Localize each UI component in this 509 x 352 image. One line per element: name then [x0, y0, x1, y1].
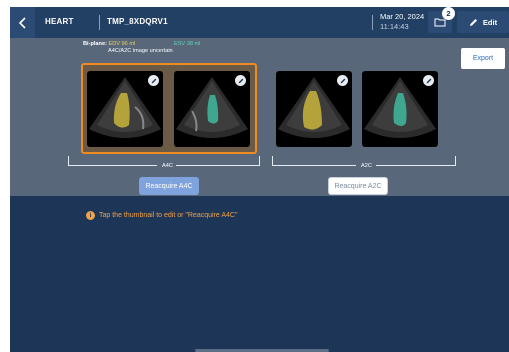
thumbnail-a2c-esv[interactable] — [362, 71, 438, 147]
edit-thumbnail-button[interactable] — [337, 75, 348, 86]
top-bar: HEART TMP_8XDQRV1 Mar 20, 2024 11:14:43 … — [10, 7, 509, 38]
edv-value: EDV 96 ml — [108, 41, 136, 47]
divider — [372, 15, 373, 30]
thumbnail-a4c-edv[interactable] — [87, 71, 163, 147]
esv-value: ESV 38 ml — [174, 41, 201, 47]
exam-time: 11:14:43 — [380, 22, 409, 31]
app-screen: HEART TMP_8XDQRV1 Mar 20, 2024 11:14:43 … — [10, 7, 509, 352]
exam-datetime: Mar 20, 2024 11:14:43 — [380, 12, 424, 32]
info-icon: i — [86, 211, 95, 220]
a4c-bracket: A4C — [68, 156, 260, 169]
review-panel: Bi-plane: EDV 96 ml ESV 38 ml A4C/A2C im… — [10, 38, 509, 196]
pencil-icon — [238, 78, 243, 83]
edit-button-label: Edit — [482, 17, 498, 27]
instruction-tip-text: Tap the thumbnail to edit or "Reacquire … — [99, 212, 238, 219]
thumbnail-a4c-esv[interactable] — [174, 71, 250, 147]
export-button[interactable]: Export — [461, 48, 505, 69]
reacquire-a2c-button[interactable]: Reacquire A2C — [328, 177, 388, 195]
uncertainty-warning: A4C/A2C image uncertain — [108, 48, 173, 54]
a2c-bracket: A2C — [272, 156, 456, 169]
reacquire-a4c-button[interactable]: Reacquire A4C — [139, 177, 199, 195]
pencil-icon — [340, 78, 345, 83]
pencil-icon — [151, 78, 156, 83]
instruction-tip: i Tap the thumbnail to edit or "Reacquir… — [86, 211, 237, 220]
exam-type-title: HEART — [45, 17, 74, 26]
a4c-label: A4C — [162, 163, 173, 169]
pencil-icon — [469, 18, 477, 26]
edit-thumbnail-button[interactable] — [423, 75, 434, 86]
exam-date: Mar 20, 2024 — [380, 12, 425, 21]
biplane-measurements: Bi-plane: EDV 96 ml ESV 38 ml A4C/A2C im… — [83, 41, 200, 55]
edit-thumbnail-button[interactable] — [235, 75, 246, 86]
a2c-label: A2C — [361, 163, 372, 169]
thumbnail-a2c-edv[interactable] — [276, 71, 352, 147]
patient-id: TMP_8XDQRV1 — [107, 17, 168, 26]
back-button[interactable] — [10, 7, 35, 38]
divider — [99, 15, 100, 30]
edit-thumbnail-button[interactable] — [148, 75, 159, 86]
folder-count-badge: 2 — [442, 7, 455, 20]
back-chevron-icon — [18, 16, 26, 29]
pencil-icon — [426, 78, 431, 83]
biplane-label: Bi-plane: — [83, 41, 107, 47]
edit-button[interactable]: Edit — [457, 11, 509, 33]
